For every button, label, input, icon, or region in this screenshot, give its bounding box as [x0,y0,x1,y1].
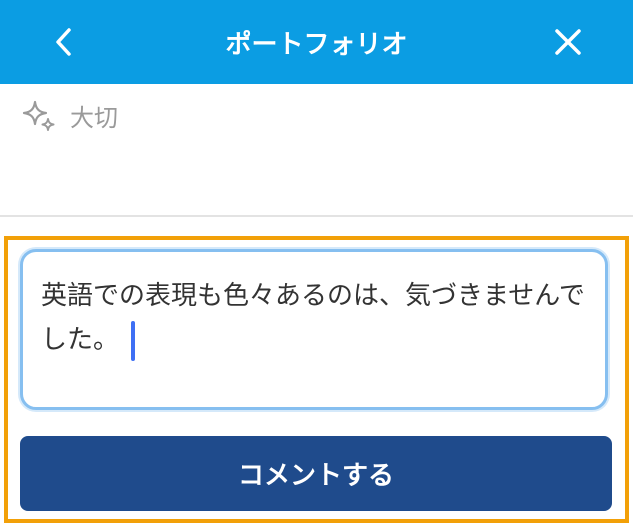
comment-text: 英語での表現も色々あるのは、気づきませんでした。 [41,281,585,355]
chevron-left-icon [56,28,71,56]
tag-row: 大切 [22,98,118,133]
sparkle-icon [22,100,55,131]
app-header: ポートフォリオ [0,0,633,84]
divider [0,215,633,217]
comment-panel: 英語での表現も色々あるのは、気づきませんでした。 コメントする [4,236,629,523]
close-button[interactable] [548,22,588,62]
text-caret [131,320,136,361]
page-title: ポートフォリオ [225,29,408,60]
tag-label: 大切 [70,104,118,132]
close-icon [555,29,581,55]
comment-input[interactable]: 英語での表現も色々あるのは、気づきませんでした。 [20,249,608,410]
submit-comment-button[interactable]: コメントする [20,436,612,511]
back-button[interactable] [44,22,84,62]
submit-comment-label: コメントする [237,461,394,491]
